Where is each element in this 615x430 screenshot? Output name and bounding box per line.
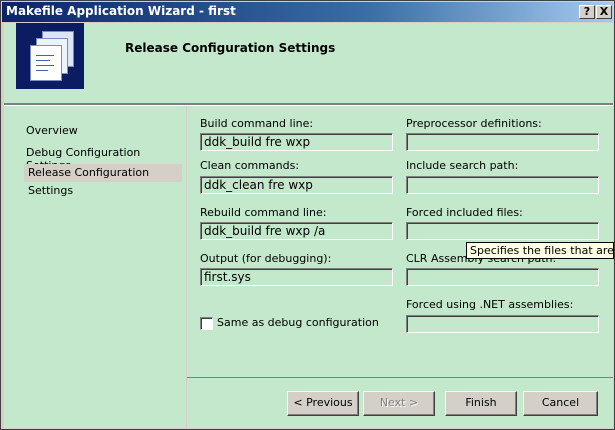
include-path-field[interactable] xyxy=(406,176,599,194)
button-divider xyxy=(187,377,613,378)
next-button[interactable]: Next > xyxy=(363,391,435,416)
rebuild-command-label: Rebuild command line: xyxy=(200,206,327,219)
wizard-logo-icon xyxy=(16,23,84,89)
tooltip: Specifies the files that are forc xyxy=(466,242,614,259)
same-as-debug-label[interactable]: Same as debug configuration xyxy=(217,316,379,329)
finish-button[interactable]: Finish xyxy=(445,391,517,416)
previous-button[interactable]: < Previous xyxy=(287,391,359,416)
clr-search-path-field[interactable] xyxy=(406,268,599,286)
rebuild-command-field[interactable]: ddk_build fre wxp /a xyxy=(200,222,393,240)
forced-net-field[interactable] xyxy=(406,315,599,333)
nav-item-release-settings[interactable]: Release Configuration Settings xyxy=(24,164,182,197)
wizard-nav: Overview Debug Configuration Settings Re… xyxy=(4,106,186,428)
cancel-button[interactable]: Cancel xyxy=(523,391,598,416)
settings-panel xyxy=(187,106,613,428)
help-button[interactable]: ? xyxy=(579,5,595,19)
output-field[interactable]: first.sys xyxy=(200,268,393,286)
build-command-label: Build command line: xyxy=(200,117,314,130)
close-button[interactable]: X xyxy=(596,5,612,19)
page-heading: Release Configuration Settings xyxy=(125,41,336,55)
window-title: Makefile Application Wizard - first xyxy=(6,4,236,18)
forced-net-label: Forced using .NET assemblies: xyxy=(406,298,574,311)
preprocessor-field[interactable] xyxy=(406,133,599,151)
output-label: Output (for debugging): xyxy=(200,252,332,265)
same-as-debug-checkbox[interactable] xyxy=(200,317,213,330)
clean-commands-label: Clean commands: xyxy=(200,159,300,172)
nav-item-overview[interactable]: Overview xyxy=(26,124,78,137)
header-banner: Release Configuration Settings xyxy=(4,23,613,103)
preprocessor-label: Preprocessor definitions: xyxy=(406,117,542,130)
include-path-label: Include search path: xyxy=(406,159,519,172)
build-command-field[interactable]: ddk_build fre wxp xyxy=(200,133,393,151)
clean-commands-field[interactable]: ddk_clean fre wxp xyxy=(200,176,393,194)
title-bar[interactable]: Makefile Application Wizard - first ? X xyxy=(2,2,613,22)
wizard-window: Makefile Application Wizard - first ? X … xyxy=(0,0,615,430)
forced-includes-field[interactable] xyxy=(406,222,599,240)
forced-includes-label: Forced included files: xyxy=(406,206,523,219)
